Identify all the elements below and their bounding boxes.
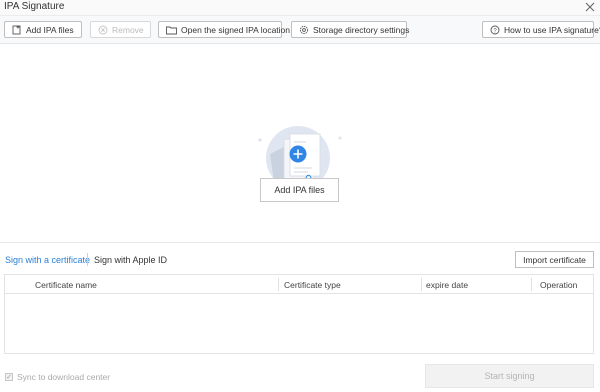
tab-sign-with-apple-id[interactable]: Sign with Apple ID [94, 255, 167, 265]
remove-label: Remove [112, 24, 144, 35]
folder-icon [166, 26, 177, 34]
col-certificate-name: Certificate name [35, 280, 97, 290]
help-icon: ? [490, 25, 500, 34]
col-certificate-type: Certificate type [284, 280, 341, 290]
open-signed-location-label: Open the signed IPA location [181, 24, 291, 35]
sync-checkbox[interactable]: ✓ [5, 373, 13, 381]
col-operation: Operation [540, 280, 578, 290]
drop-area[interactable]: Add IPA files [0, 44, 600, 242]
add-file-icon [12, 25, 21, 34]
certificate-table: Certificate name Certificate type expire… [4, 274, 594, 354]
how-to-use-button[interactable]: ? How to use IPA signature? [482, 21, 600, 38]
storage-settings-button[interactable]: Storage directory settings [291, 21, 410, 38]
tab-separator [87, 253, 88, 266]
open-signed-location-button[interactable]: Open the signed IPA location [158, 21, 290, 38]
remove-button[interactable]: Remove [90, 21, 151, 38]
how-to-use-label: How to use IPA signature? [504, 24, 600, 35]
close-icon[interactable] [584, 1, 596, 13]
gear-icon [299, 25, 309, 34]
column-divider [421, 278, 422, 291]
storage-settings-label: Storage directory settings [313, 24, 410, 35]
title-bar: IPA Signature [0, 0, 600, 16]
column-divider [278, 278, 279, 291]
tab-sign-with-certificate[interactable]: Sign with a certificate [5, 255, 90, 265]
remove-icon [98, 25, 108, 34]
add-ipa-files-label: Add IPA files [26, 24, 74, 35]
table-header: Certificate name Certificate type expire… [5, 275, 593, 294]
toolbar: Add IPA files Remove Open the signed IPA… [0, 16, 600, 44]
add-ipa-files-button[interactable]: Add IPA files [4, 21, 82, 38]
window-title: IPA Signature [4, 1, 65, 12]
section-divider [0, 242, 600, 243]
sync-to-download-center[interactable]: ✓ Sync to download center [5, 372, 110, 382]
column-divider [531, 278, 532, 291]
import-certificate-button[interactable]: Import certificate [515, 251, 594, 268]
add-ipa-files-center-button[interactable]: Add IPA files [260, 178, 339, 202]
sync-label: Sync to download center [17, 372, 111, 382]
start-signing-button[interactable]: Start signing [425, 364, 594, 388]
col-expire-date: expire date [426, 280, 469, 290]
